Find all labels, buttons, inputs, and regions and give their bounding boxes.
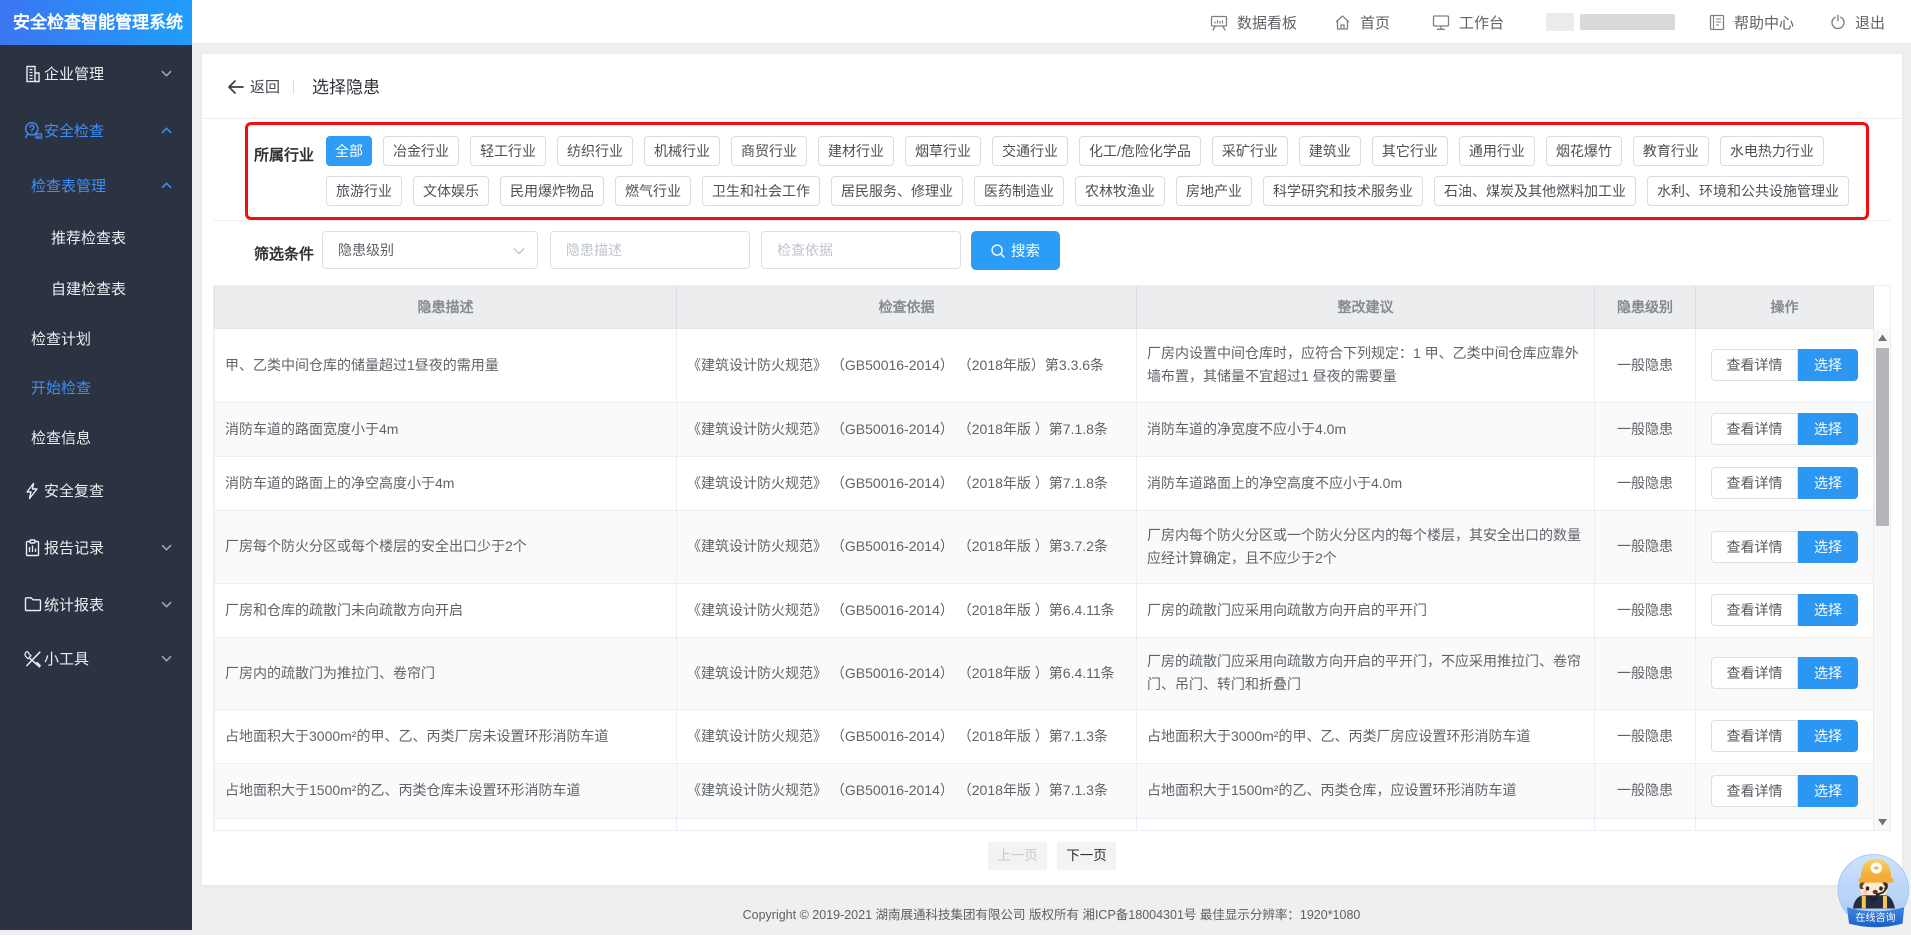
svg-text:在线咨询: 在线咨询	[1856, 911, 1896, 924]
